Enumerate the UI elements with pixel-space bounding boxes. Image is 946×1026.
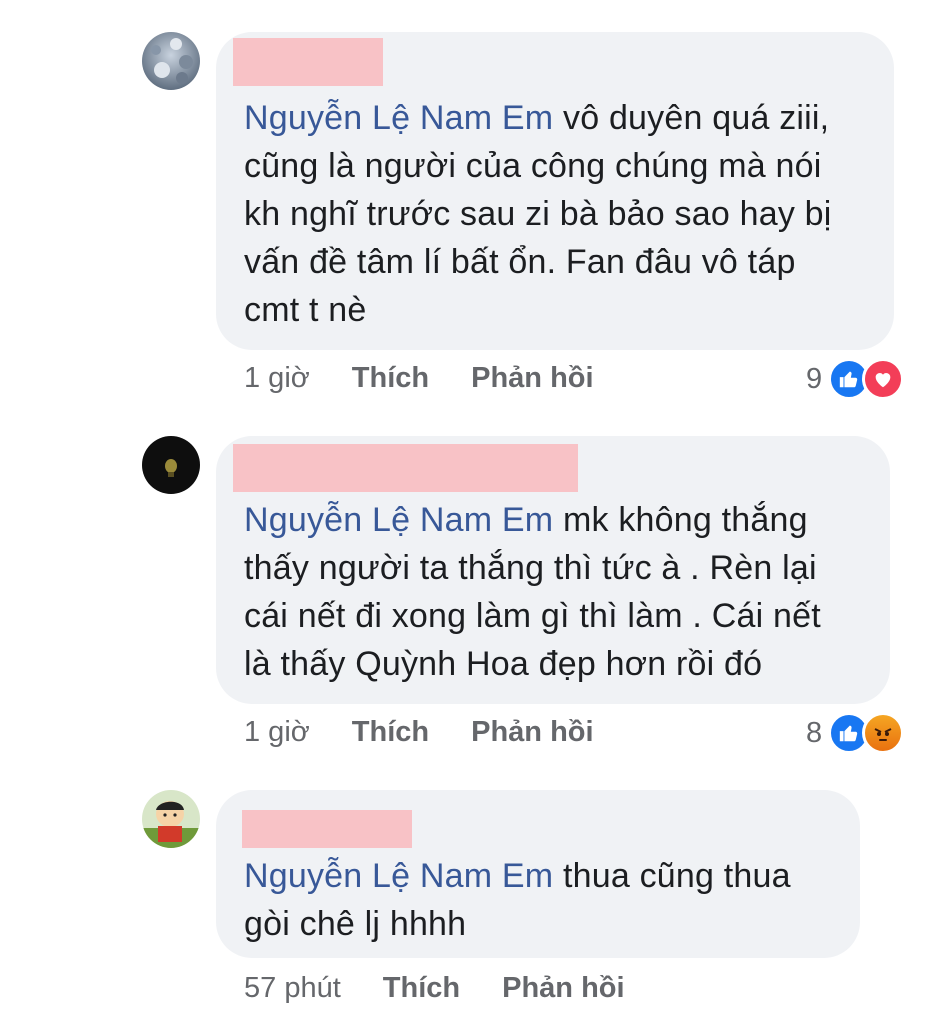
comment-meta: 1 giờ Thích Phản hồi <box>244 362 636 395</box>
comment-meta: 1 giờ Thích Phản hồi <box>244 716 636 749</box>
mention-link[interactable]: Nguyễn Lệ Nam Em <box>244 99 553 137</box>
reply-button[interactable]: Phản hồi <box>471 716 593 749</box>
redacted-author-name <box>233 444 578 492</box>
love-icon <box>862 358 905 400</box>
comment-text: Nguyễn Lệ Nam Em thua cũng thua gòi chê … <box>244 857 791 943</box>
mention-link[interactable]: Nguyễn Lệ Nam Em <box>244 857 553 895</box>
timestamp[interactable]: 1 giờ <box>244 362 310 395</box>
like-button[interactable]: Thích <box>383 972 460 1005</box>
reaction-count: 8 <box>806 716 823 749</box>
timestamp[interactable]: 57 phút <box>244 972 341 1005</box>
reply-button[interactable]: Phản hồi <box>471 362 593 395</box>
avatar[interactable] <box>142 436 200 494</box>
comment-text: Nguyễn Lệ Nam Em vô duyên quá ziii, cũng… <box>244 99 832 329</box>
avatar[interactable] <box>142 32 200 90</box>
redacted-author-name <box>242 810 412 848</box>
reaction-summary[interactable]: 8 <box>806 712 905 754</box>
mention-link[interactable]: Nguyễn Lệ Nam Em <box>244 501 553 539</box>
like-button[interactable]: Thích <box>352 716 429 749</box>
redacted-author-name <box>233 38 383 86</box>
reaction-summary[interactable]: 9 <box>806 358 905 400</box>
reaction-count: 9 <box>806 362 823 395</box>
like-button[interactable]: Thích <box>352 362 429 395</box>
reply-button[interactable]: Phản hồi <box>502 972 624 1005</box>
avatar[interactable] <box>142 790 200 848</box>
timestamp[interactable]: 1 giờ <box>244 716 310 749</box>
comment-meta: 57 phút Thích Phản hồi <box>244 972 667 1005</box>
angry-icon <box>862 712 905 754</box>
comment-text: Nguyễn Lệ Nam Em mk không thắng thấy ngư… <box>244 501 821 683</box>
